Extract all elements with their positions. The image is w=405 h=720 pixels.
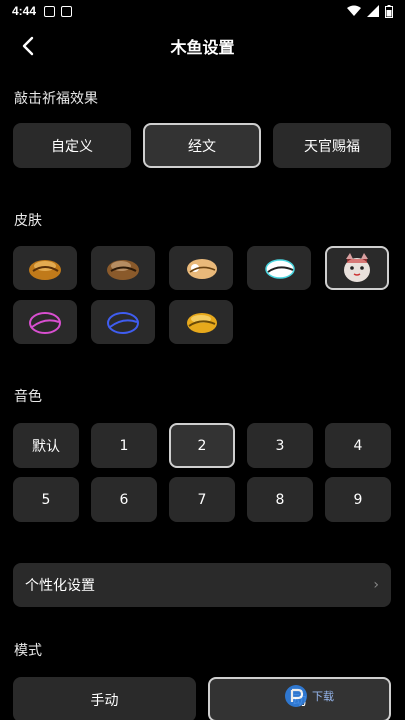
watermark-text: 下载 (312, 690, 334, 703)
sound-option-4[interactable]: 4 (325, 423, 391, 468)
chevron-right-icon: › (373, 577, 379, 593)
yellow-fish-skin-icon (187, 313, 217, 333)
skin-option-2[interactable] (91, 246, 155, 290)
chevron-left-icon (22, 36, 34, 56)
sound-option-7[interactable]: 7 (169, 477, 235, 522)
skin-option-1[interactable] (13, 246, 77, 290)
gold-fish-skin-icon (29, 260, 61, 280)
blue-outline-fish-skin-icon (107, 312, 139, 334)
app-notification-icon (61, 5, 73, 17)
battery-icon (385, 4, 393, 18)
pink-outline-fish-skin-icon (29, 312, 61, 334)
watermark: 下载 (284, 684, 334, 708)
sound-option-3[interactable]: 3 (247, 423, 313, 468)
personalize-settings-row[interactable]: 个性化设置 › (13, 563, 391, 607)
skin-section-label: 皮肤 (14, 213, 42, 229)
top-app-bar: 木鱼设置 (0, 26, 405, 66)
effect-option-custom[interactable]: 自定义 (13, 123, 131, 168)
peach-fish-skin-icon (187, 259, 217, 279)
skin-option-7[interactable] (91, 300, 155, 344)
cat-skin-icon (344, 253, 370, 282)
skin-option-4[interactable] (247, 246, 311, 290)
mode-option-manual[interactable]: 手动 (13, 677, 196, 720)
status-bar: 4:44 (0, 0, 405, 22)
skin-option-8[interactable] (169, 300, 233, 344)
skin-option-3[interactable] (169, 246, 233, 290)
effect-section-label: 敲击祈福效果 (14, 91, 98, 107)
signal-icon (367, 5, 379, 17)
mode-section-label: 模式 (14, 643, 42, 659)
page-title: 木鱼设置 (170, 38, 235, 57)
sound-option-1[interactable]: 1 (91, 423, 157, 468)
sound-option-6[interactable]: 6 (91, 477, 157, 522)
skin-option-6[interactable] (13, 300, 77, 344)
back-button[interactable] (14, 32, 42, 60)
sound-section-label: 音色 (14, 389, 42, 405)
wifi-icon (347, 5, 361, 16)
white-outline-fish-skin-icon (265, 259, 295, 279)
status-time: 4:44 (12, 4, 37, 18)
sound-option-2[interactable]: 2 (169, 423, 235, 468)
sound-option-default[interactable]: 默认 (13, 423, 79, 468)
sound-option-5[interactable]: 5 (13, 477, 79, 522)
watermark-logo-icon (285, 685, 307, 707)
bronze-fish-skin-icon (107, 260, 139, 280)
gallery-notification-icon (44, 5, 56, 17)
skin-option-5[interactable] (325, 246, 389, 290)
sound-option-9[interactable]: 9 (325, 477, 391, 522)
effect-option-scripture[interactable]: 经文 (143, 123, 261, 168)
personalize-settings-label: 个性化设置 (25, 578, 95, 594)
sound-option-8[interactable]: 8 (247, 477, 313, 522)
effect-option-blessing[interactable]: 天官赐福 (273, 123, 391, 168)
